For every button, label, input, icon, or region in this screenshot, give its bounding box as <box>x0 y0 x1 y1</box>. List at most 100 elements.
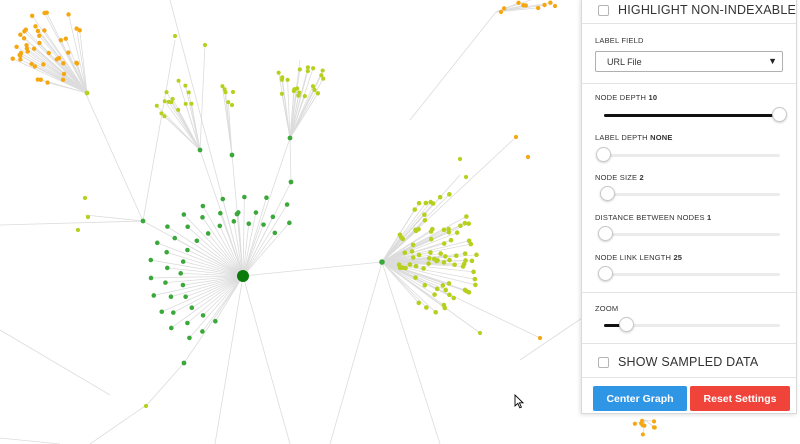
graph-node[interactable] <box>305 68 310 74</box>
graph-node[interactable] <box>246 221 252 227</box>
graph-node[interactable] <box>285 77 290 82</box>
graph-node[interactable] <box>74 26 79 31</box>
graph-node[interactable] <box>379 259 385 265</box>
graph-node[interactable] <box>205 231 211 236</box>
graph-node[interactable] <box>162 99 167 104</box>
graph-node[interactable] <box>229 102 235 108</box>
graph-node[interactable] <box>189 305 195 311</box>
graph-node[interactable] <box>437 194 443 200</box>
graph-node[interactable] <box>447 257 452 263</box>
graph-node[interactable] <box>441 302 447 308</box>
graph-node[interactable] <box>457 156 463 162</box>
graph-node[interactable] <box>226 100 231 105</box>
graph-node[interactable] <box>187 335 192 341</box>
graph-node[interactable] <box>463 174 469 180</box>
graph-node[interactable] <box>443 254 448 259</box>
graph-node[interactable] <box>451 295 457 301</box>
graph-node[interactable] <box>433 310 438 315</box>
graph-node[interactable] <box>171 310 176 315</box>
zoom-slider[interactable] <box>604 317 780 332</box>
graph-node[interactable] <box>446 281 452 286</box>
graph-node[interactable] <box>74 61 80 66</box>
graph-node[interactable] <box>84 90 90 96</box>
graph-node[interactable] <box>452 262 457 268</box>
graph-node[interactable] <box>23 27 28 32</box>
graph-node[interactable] <box>315 91 321 96</box>
graph-node[interactable] <box>202 42 208 48</box>
graph-node[interactable] <box>403 265 408 271</box>
graph-node[interactable] <box>200 329 205 334</box>
graph-node[interactable] <box>535 5 541 11</box>
graph-node[interactable] <box>302 94 307 99</box>
graph-node[interactable] <box>287 135 293 141</box>
graph-node[interactable] <box>525 154 531 160</box>
highlight-non-indexable-row[interactable]: HIGHLIGHT NON-INDEXABLE <box>582 0 796 21</box>
graph-node[interactable] <box>140 218 146 224</box>
graph-node[interactable] <box>416 226 421 232</box>
graph-node[interactable] <box>422 217 428 223</box>
graph-node[interactable] <box>176 107 181 112</box>
label-depth-slider[interactable] <box>596 147 780 162</box>
graph-node[interactable] <box>454 253 459 259</box>
graph-node[interactable] <box>464 214 469 219</box>
graph-node[interactable] <box>441 227 447 233</box>
graph-node[interactable] <box>159 111 164 116</box>
graph-node[interactable] <box>185 224 190 230</box>
graph-node[interactable] <box>466 238 472 244</box>
graph-node[interactable] <box>447 192 452 197</box>
graph-node[interactable] <box>186 90 191 95</box>
graph-node[interactable] <box>21 36 27 41</box>
graph-node[interactable] <box>466 290 472 295</box>
graph-node[interactable] <box>310 84 316 89</box>
graph-node[interactable] <box>396 262 402 268</box>
graph-node[interactable] <box>276 70 281 75</box>
graph-node[interactable] <box>516 0 521 6</box>
graph-node[interactable] <box>189 101 194 106</box>
graph-node[interactable] <box>75 227 81 233</box>
graph-node[interactable] <box>640 423 645 428</box>
graph-node[interactable] <box>148 275 154 281</box>
graph-node[interactable] <box>217 223 223 229</box>
graph-node[interactable] <box>253 210 259 215</box>
graph-node[interactable] <box>651 419 657 424</box>
graph-node[interactable] <box>441 241 447 246</box>
graph-node[interactable] <box>176 78 181 83</box>
graph-node[interactable] <box>164 249 169 255</box>
graph-node[interactable] <box>82 195 88 201</box>
highlight-non-indexable-checkbox[interactable] <box>598 4 609 16</box>
graph-node[interactable] <box>416 300 422 306</box>
graph-node[interactable] <box>183 294 188 300</box>
graph-node[interactable] <box>410 255 416 260</box>
graph-node[interactable] <box>473 282 478 288</box>
graph-node[interactable] <box>42 10 47 16</box>
graph-node[interactable] <box>42 28 47 33</box>
graph-node[interactable] <box>454 230 460 235</box>
graph-node[interactable] <box>154 103 159 108</box>
graph-node[interactable] <box>428 236 434 242</box>
graph-node[interactable] <box>180 282 186 288</box>
graph-node[interactable] <box>234 211 240 217</box>
graph-node[interactable] <box>223 90 228 95</box>
graph-node[interactable] <box>284 202 290 207</box>
graph-node[interactable] <box>165 224 170 229</box>
node-link-length-slider[interactable] <box>598 266 780 281</box>
graph-node[interactable] <box>305 65 310 70</box>
reset-settings-button[interactable]: Reset Settings <box>690 386 790 411</box>
graph-node[interactable] <box>548 0 553 5</box>
label-depth-slider-thumb[interactable] <box>596 147 611 162</box>
graph-node[interactable] <box>143 403 149 409</box>
graph-node[interactable] <box>24 46 30 51</box>
graph-node[interactable] <box>163 280 168 285</box>
graph-node[interactable] <box>297 67 302 72</box>
graph-node[interactable] <box>466 221 472 226</box>
graph-node[interactable] <box>279 91 284 96</box>
graph-node[interactable] <box>33 24 38 29</box>
graph-node[interactable] <box>639 418 645 423</box>
graph-node[interactable] <box>434 286 440 292</box>
graph-node[interactable] <box>311 66 316 71</box>
graph-node[interactable] <box>498 9 504 15</box>
label-field-select[interactable]: URL File ▼ <box>595 51 783 72</box>
graph-node[interactable] <box>172 33 178 39</box>
graph-node[interactable] <box>471 269 476 275</box>
graph-node[interactable] <box>472 276 478 282</box>
